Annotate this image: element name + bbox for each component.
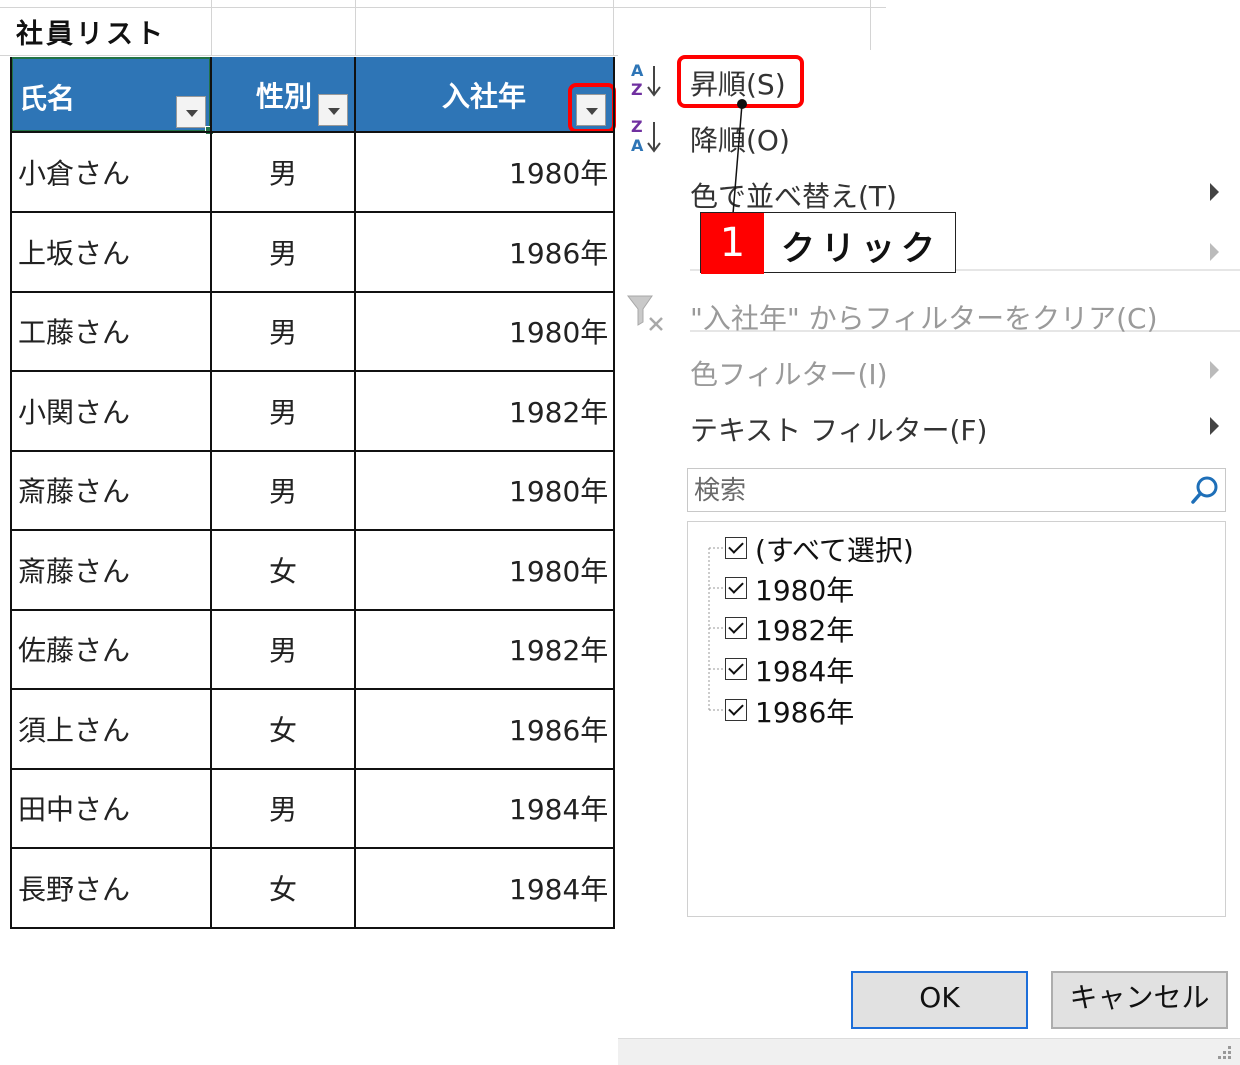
menu-footer-bar bbox=[618, 1038, 1240, 1065]
table-border-line bbox=[10, 211, 615, 213]
column-header-year-label: 入社年 bbox=[442, 80, 527, 113]
table-border-line bbox=[10, 529, 615, 531]
year-cell[interactable]: 1984年 bbox=[509, 788, 608, 828]
submenu-arrow-icon bbox=[1210, 361, 1219, 379]
table-border-line bbox=[10, 609, 615, 611]
gender-cell[interactable]: 女 bbox=[269, 709, 297, 749]
year-cell[interactable]: 1984年 bbox=[509, 868, 608, 908]
year-cell[interactable]: 1986年 bbox=[509, 709, 608, 749]
column-header-gender-label: 性別 bbox=[256, 80, 313, 113]
name-cell[interactable]: 須上さん bbox=[18, 709, 130, 749]
table-border-line bbox=[10, 927, 615, 929]
checklist-label: 1984年 bbox=[755, 655, 855, 688]
checklist-item[interactable]: (すべて選択) bbox=[688, 528, 1208, 568]
checkbox[interactable] bbox=[725, 537, 747, 559]
sort-descending-icon: Z A bbox=[631, 117, 661, 155]
gender-cell[interactable]: 男 bbox=[269, 311, 297, 351]
menu-sort-by-color[interactable]: 色で並べ替え(T) bbox=[690, 175, 897, 215]
checkbox[interactable] bbox=[725, 617, 747, 639]
table-border-line bbox=[10, 688, 615, 690]
svg-text:Z: Z bbox=[631, 80, 643, 99]
svg-text:A: A bbox=[631, 136, 644, 155]
checklist-item[interactable]: 1982年 bbox=[688, 608, 1208, 648]
year-cell[interactable]: 1980年 bbox=[509, 152, 608, 192]
table-border-line bbox=[10, 131, 615, 133]
gender-cell[interactable]: 男 bbox=[269, 470, 297, 510]
step-label: クリック bbox=[781, 229, 941, 269]
submenu-arrow-icon bbox=[1210, 183, 1219, 201]
svg-text:A: A bbox=[631, 61, 644, 80]
gender-cell[interactable]: 男 bbox=[269, 788, 297, 828]
highlight-year-dropdown bbox=[568, 83, 616, 133]
name-cell[interactable]: 工藤さん bbox=[18, 311, 130, 351]
cancel-button[interactable]: キャンセル bbox=[1051, 971, 1228, 1029]
column-header-name[interactable]: 氏名 bbox=[11, 57, 214, 135]
search-input[interactable] bbox=[692, 473, 1186, 509]
clear-filter-icon bbox=[626, 295, 663, 331]
chevron-down-icon bbox=[328, 108, 340, 115]
gender-cell[interactable]: 男 bbox=[269, 391, 297, 431]
checkbox[interactable] bbox=[725, 658, 747, 680]
resize-grip-icon[interactable] bbox=[1216, 1044, 1234, 1060]
name-cell[interactable]: 小関さん bbox=[18, 391, 130, 431]
name-cell[interactable]: 小倉さん bbox=[18, 152, 130, 192]
column-header-gender[interactable]: 性別 bbox=[212, 57, 355, 132]
name-cell[interactable]: 斎藤さん bbox=[18, 550, 130, 590]
table-border-line bbox=[10, 450, 615, 452]
table-border-line bbox=[10, 847, 615, 849]
checklist-label: 1986年 bbox=[755, 696, 855, 729]
menu-clear-filter[interactable]: "入社年" からフィルターをクリア(C) bbox=[690, 297, 1158, 337]
name-cell[interactable]: 佐藤さん bbox=[18, 629, 130, 669]
checklist-label: 1982年 bbox=[755, 614, 855, 647]
value-checklist: (すべて選択) 1980年 1982年 1984年 1986年 bbox=[687, 521, 1226, 917]
checklist-label: (すべて選択) bbox=[755, 534, 914, 567]
name-cell[interactable]: 長野さん bbox=[18, 868, 130, 908]
gender-cell[interactable]: 女 bbox=[269, 868, 297, 908]
search-box bbox=[687, 468, 1226, 512]
sort-ascending-icon: A Z bbox=[631, 61, 661, 99]
table-border-line bbox=[210, 57, 212, 929]
submenu-arrow-icon bbox=[1210, 243, 1219, 261]
gender-cell[interactable]: 男 bbox=[269, 152, 297, 192]
ok-button[interactable]: OK bbox=[851, 971, 1028, 1029]
submenu-arrow-icon bbox=[1210, 417, 1219, 435]
step-number: 1 bbox=[701, 213, 764, 274]
menu-color-filter[interactable]: 色フィルター(I) bbox=[690, 353, 888, 393]
year-cell[interactable]: 1982年 bbox=[509, 629, 608, 669]
checklist-label: 1980年 bbox=[755, 574, 855, 607]
name-cell[interactable]: 田中さん bbox=[18, 788, 130, 828]
filter-dropdown-name[interactable] bbox=[176, 96, 206, 128]
chevron-down-icon bbox=[186, 110, 198, 117]
table-border-line bbox=[354, 57, 356, 929]
column-header-name-label: 氏名 bbox=[19, 82, 76, 115]
table-border-line bbox=[613, 57, 615, 929]
filter-dropdown-gender[interactable] bbox=[318, 94, 348, 126]
step-callout: 1 クリック bbox=[700, 212, 956, 274]
checklist-item[interactable]: 1986年 bbox=[688, 690, 1208, 730]
svg-text:Z: Z bbox=[631, 117, 643, 136]
gender-cell[interactable]: 女 bbox=[269, 550, 297, 590]
checklist-item[interactable]: 1980年 bbox=[688, 568, 1208, 608]
table-border-line bbox=[10, 370, 615, 372]
table-border-line bbox=[10, 291, 615, 293]
year-cell[interactable]: 1986年 bbox=[509, 232, 608, 272]
search-icon[interactable] bbox=[1190, 475, 1220, 505]
name-cell[interactable]: 斎藤さん bbox=[18, 470, 130, 510]
gender-cell[interactable]: 男 bbox=[269, 232, 297, 272]
year-cell[interactable]: 1980年 bbox=[509, 311, 608, 351]
name-cell[interactable]: 上坂さん bbox=[18, 232, 130, 272]
annotation-leader-line bbox=[732, 99, 747, 215]
sheet-title: 社員リスト bbox=[16, 19, 166, 50]
year-cell[interactable]: 1982年 bbox=[509, 391, 608, 431]
checklist-item[interactable]: 1984年 bbox=[688, 649, 1208, 689]
year-cell[interactable]: 1980年 bbox=[509, 470, 608, 510]
year-cell[interactable]: 1980年 bbox=[509, 550, 608, 590]
table-border-line bbox=[10, 57, 12, 929]
checkbox[interactable] bbox=[725, 699, 747, 721]
gender-cell[interactable]: 男 bbox=[269, 629, 297, 669]
checkbox[interactable] bbox=[725, 577, 747, 599]
table-border-line bbox=[10, 768, 615, 770]
menu-text-filter[interactable]: テキスト フィルター(F) bbox=[690, 409, 987, 449]
